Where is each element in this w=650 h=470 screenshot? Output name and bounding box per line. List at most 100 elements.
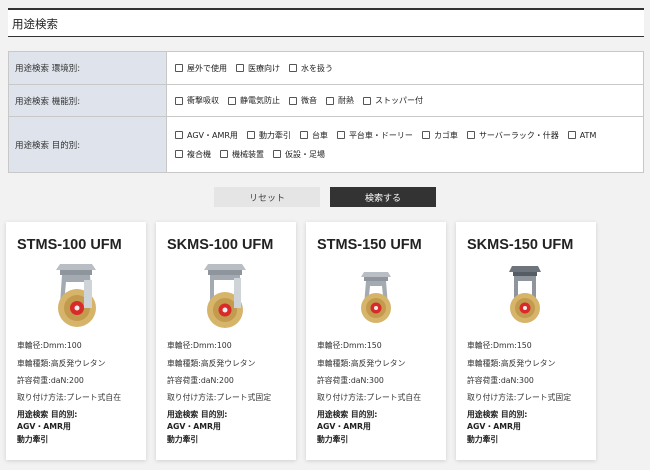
option-label: 複合機 xyxy=(187,149,211,159)
option-agv-amr[interactable]: AGV・AMR用 xyxy=(175,130,238,141)
filter-row-environment: 用途検索 環境別: 屋外で使用 医療向け 水を扱う xyxy=(9,52,643,85)
purpose-label: 用途検索 目的別: xyxy=(17,410,78,419)
page-title: 用途検索 xyxy=(12,17,58,31)
spec-load: 許容荷重:daN:200 xyxy=(167,376,234,385)
checkbox[interactable] xyxy=(175,131,183,139)
product-card[interactable]: SKMS-150 UFM 車輪径:Dmm:150 車輪種類:高反発ウレタン 許容… xyxy=(456,222,596,460)
option-label: 水を扱う xyxy=(301,63,333,73)
filter-label-function: 用途検索 機能別: xyxy=(9,85,167,116)
option-atm[interactable]: ATM xyxy=(567,130,597,141)
checkbox[interactable] xyxy=(289,96,297,105)
option-outdoor[interactable]: 屋外で使用 xyxy=(175,63,227,74)
spec-wheel-diameter: 車輪径:Dmm:100 xyxy=(17,341,82,350)
spec-wheel-diameter: 車輪径:Dmm:150 xyxy=(467,341,532,350)
purpose-item: 動力牽引 xyxy=(467,435,499,444)
option-flat-dolly[interactable]: 平台車・ドーリー xyxy=(336,130,413,141)
checkbox[interactable] xyxy=(228,96,236,105)
option-medical[interactable]: 医療向け xyxy=(236,63,280,74)
option-label: 耐熱 xyxy=(338,96,354,105)
option-stopper[interactable]: ストッパー付 xyxy=(363,95,423,106)
option-label: 衝撃吸収 xyxy=(187,96,219,105)
spec-load: 許容荷重:daN:300 xyxy=(467,376,534,385)
option-cage-cart[interactable]: カゴ車 xyxy=(421,130,458,141)
spec-mount: 取り付け方法:プレート式固定 xyxy=(167,393,271,402)
spec-load: 許容荷重:daN:300 xyxy=(317,376,384,385)
swivel-caster-image xyxy=(56,264,96,327)
option-water[interactable]: 水を扱う xyxy=(289,63,333,74)
option-label: 台車 xyxy=(311,130,328,140)
swivel-caster-image xyxy=(361,272,391,323)
spec-load: 許容荷重:daN:200 xyxy=(17,376,84,385)
spec-wheel-type: 車輪種類:高反発ウレタン xyxy=(167,359,256,368)
checkbox[interactable] xyxy=(363,96,371,105)
checkbox[interactable] xyxy=(289,64,297,72)
product-name: SKMS-150 UFM xyxy=(467,237,574,253)
purpose-item: AGV・AMR用 xyxy=(17,422,71,431)
option-label: 機械装置 xyxy=(232,149,264,159)
option-label: カゴ車 xyxy=(433,130,458,140)
purpose-item: AGV・AMR用 xyxy=(467,422,521,431)
spec-mount: 取り付け方法:プレート式自在 xyxy=(17,393,121,402)
checkbox[interactable] xyxy=(236,64,244,72)
checkbox[interactable] xyxy=(421,131,430,139)
filter-label-environment: 用途検索 環境別: xyxy=(9,52,167,84)
option-heat-resistant[interactable]: 耐熱 xyxy=(326,95,354,106)
option-label: AGV・AMR用 xyxy=(187,130,238,140)
filter-row-function: 用途検索 機能別: 衝撃吸収 静電気防止 微音 耐熱 ストッパー付 xyxy=(9,85,643,117)
checkbox[interactable] xyxy=(466,131,475,139)
option-label: 医療向け xyxy=(248,63,280,73)
rigid-caster-image xyxy=(204,264,246,328)
option-label: 動力牽引 xyxy=(258,130,291,140)
option-power-tow[interactable]: 動力牽引 xyxy=(246,130,291,141)
purpose-label: 用途検索 目的別: xyxy=(167,410,228,419)
checkbox[interactable] xyxy=(567,131,576,139)
search-button[interactable]: 検索する xyxy=(330,187,436,207)
purpose-item: 動力牽引 xyxy=(167,435,199,444)
spec-wheel-diameter: 車輪径:Dmm:100 xyxy=(167,341,232,350)
product-name: STMS-100 UFM xyxy=(17,237,122,253)
option-label: サーバーラック・什器 xyxy=(478,130,559,140)
purpose-item: 動力牽引 xyxy=(317,435,349,444)
product-card[interactable]: SKMS-100 UFM 車輪径:Dmm:100 車輪種類:高反発ウレタン 許容… xyxy=(156,222,296,460)
checkbox[interactable] xyxy=(299,131,308,139)
rigid-caster-image xyxy=(509,266,541,323)
option-label: 微音 xyxy=(301,96,317,105)
product-card[interactable]: STMS-150 UFM 車輪径:Dmm:150 車輪種類:高反発ウレタン 許容… xyxy=(306,222,446,460)
reset-button[interactable]: リセット xyxy=(214,187,320,207)
filter-options-environment: 屋外で使用 医療向け 水を扱う xyxy=(167,52,643,84)
option-label: 屋外で使用 xyxy=(187,63,227,73)
checkbox[interactable] xyxy=(273,150,281,158)
option-shock-absorb[interactable]: 衝撃吸収 xyxy=(175,95,219,106)
option-quiet[interactable]: 微音 xyxy=(289,95,317,106)
purpose-item: AGV・AMR用 xyxy=(317,422,371,431)
option-label: 仮設・足場 xyxy=(285,149,325,159)
spec-wheel-type: 車輪種類:高反発ウレタン xyxy=(467,359,556,368)
checkbox[interactable] xyxy=(220,150,228,158)
spec-wheel-type: 車輪種類:高反発ウレタン xyxy=(17,359,106,368)
option-label: ストッパー付 xyxy=(375,96,423,105)
checkbox[interactable] xyxy=(326,96,334,105)
spec-wheel-type: 車輪種類:高反発ウレタン xyxy=(317,359,406,368)
spec-mount: 取り付け方法:プレート式固定 xyxy=(467,393,571,402)
option-label: ATM xyxy=(579,130,597,140)
option-scaffold[interactable]: 仮設・足場 xyxy=(273,149,325,160)
option-label: 静電気防止 xyxy=(240,96,280,105)
option-cart[interactable]: 台車 xyxy=(299,130,328,141)
spec-wheel-diameter: 車輪径:Dmm:150 xyxy=(317,341,382,350)
filter-table: 用途検索 環境別: 屋外で使用 医療向け 水を扱う 用途検索 機能別: 衝撃吸収… xyxy=(8,51,644,173)
option-machinery[interactable]: 機械装置 xyxy=(220,149,264,160)
checkbox[interactable] xyxy=(175,150,183,158)
checkbox[interactable] xyxy=(175,64,183,72)
purpose-label: 用途検索 目的別: xyxy=(317,410,378,419)
option-mfp[interactable]: 複合機 xyxy=(175,149,211,160)
checkbox[interactable] xyxy=(175,96,183,105)
filter-row-purpose: 用途検索 目的別: AGV・AMR用 動力牽引 台車 平台車・ドーリー カゴ車 … xyxy=(9,117,643,172)
option-server-rack[interactable]: サーバーラック・什器 xyxy=(466,130,559,141)
checkbox[interactable] xyxy=(336,131,345,139)
option-antistatic[interactable]: 静電気防止 xyxy=(228,95,280,106)
product-card[interactable]: STMS-100 UFM 車輪径:Dmm:100 車輪種類:高反発ウレタン 許容… xyxy=(6,222,146,460)
filter-label-purpose: 用途検索 目的別: xyxy=(9,117,167,172)
checkbox[interactable] xyxy=(246,131,255,139)
option-label: 平台車・ドーリー xyxy=(348,130,413,140)
purpose-label: 用途検索 目的別: xyxy=(467,410,528,419)
